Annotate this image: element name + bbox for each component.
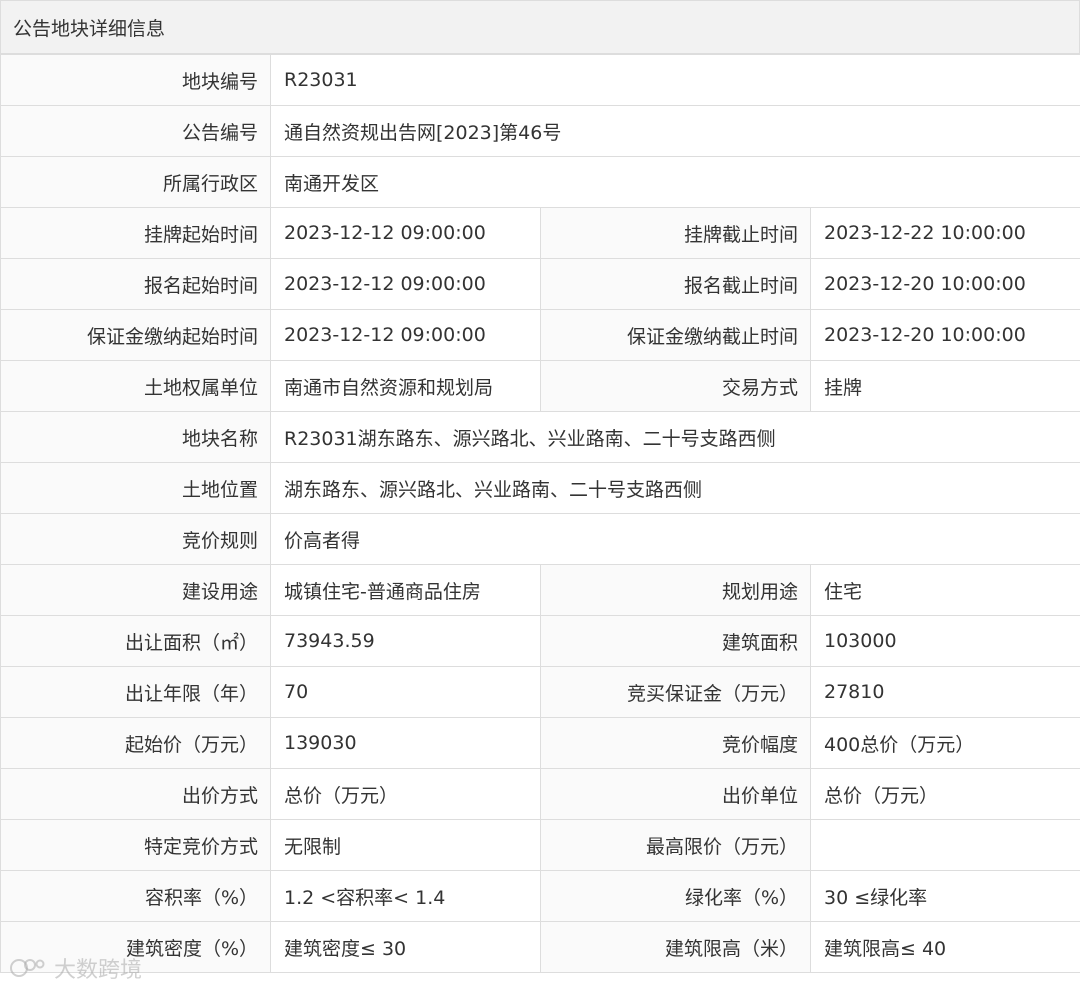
field-value: 南通开发区 (270, 156, 1080, 208)
table-row: 报名起始时间 2023-12-12 09:00:00 报名截止时间 2023-12-2… (0, 258, 1080, 310)
field-label: 报名起始时间 (0, 258, 271, 310)
field-label: 公告编号 (0, 105, 271, 157)
field-label: 竞价规则 (0, 513, 271, 565)
table-row: 出让面积（㎡） 73943.59 建筑面积 103000 (0, 615, 1080, 667)
field-label: 出让年限（年） (0, 666, 271, 718)
table-row: 出让年限（年） 70 竞买保证金（万元） 27810 (0, 666, 1080, 718)
table-row: 土地位置 湖东路东、源兴路北、兴业路南、二十号支路西侧 (0, 462, 1080, 514)
table-row: 竞价规则 价高者得 (0, 513, 1080, 565)
field-value: 139030 (270, 717, 541, 769)
table-row: 特定竞价方式 无限制 最高限价（万元） (0, 819, 1080, 871)
field-label: 交易方式 (540, 360, 811, 412)
field-value: 2023-12-22 10:00:00 (810, 207, 1080, 259)
field-label: 竞买保证金（万元） (540, 666, 811, 718)
field-label: 建筑限高（米） (540, 921, 811, 973)
table-row: 公告编号 通自然资规出告网[2023]第46号 (0, 105, 1080, 157)
field-label: 规划用途 (540, 564, 811, 616)
field-value: 2023-12-20 10:00:00 (810, 258, 1080, 310)
land-detail-rows: 地块编号 R23031 公告编号 通自然资规出告网[2023]第46号 所属行政区 南通开… (0, 54, 1080, 973)
field-value: 70 (270, 666, 541, 718)
field-label: 报名截止时间 (540, 258, 811, 310)
table-row: 所属行政区 南通开发区 (0, 156, 1080, 208)
field-label: 地块名称 (0, 411, 271, 463)
field-label: 出让面积（㎡） (0, 615, 271, 667)
field-value: R23031 (270, 54, 1080, 106)
field-label: 土地位置 (0, 462, 271, 514)
field-label: 建设用途 (0, 564, 271, 616)
field-label: 保证金缴纳截止时间 (540, 309, 811, 361)
field-value: 湖东路东、源兴路北、兴业路南、二十号支路西侧 (270, 462, 1080, 514)
field-label: 起始价（万元） (0, 717, 271, 769)
field-value: 总价（万元） (810, 768, 1080, 820)
field-label: 出价方式 (0, 768, 271, 820)
field-value: 1.2 <容积率< 1.4 (270, 870, 541, 922)
field-label: 地块编号 (0, 54, 271, 106)
field-value: 南通市自然资源和规划局 (270, 360, 541, 412)
field-label: 出价单位 (540, 768, 811, 820)
table-row: 起始价（万元） 139030 竞价幅度 400总价（万元） (0, 717, 1080, 769)
table-row: 土地权属单位 南通市自然资源和规划局 交易方式 挂牌 (0, 360, 1080, 412)
field-value: 103000 (810, 615, 1080, 667)
land-detail-panel: 公告地块详细信息 地块编号 R23031 公告编号 通自然资规出告网[2023]第46… (0, 0, 1080, 990)
field-label: 所属行政区 (0, 156, 271, 208)
field-value (810, 819, 1080, 871)
field-label: 竞价幅度 (540, 717, 811, 769)
field-label: 最高限价（万元） (540, 819, 811, 871)
panel-title: 公告地块详细信息 (0, 0, 1080, 54)
field-value: 建筑密度≤ 30 (270, 921, 541, 973)
field-value: 通自然资规出告网[2023]第46号 (270, 105, 1080, 157)
field-value: R23031湖东路东、源兴路北、兴业路南、二十号支路西侧 (270, 411, 1080, 463)
table-row: 保证金缴纳起始时间 2023-12-12 09:00:00 保证金缴纳截止时间 202… (0, 309, 1080, 361)
field-value: 2023-12-12 09:00:00 (270, 207, 541, 259)
table-row: 容积率（%） 1.2 <容积率< 1.4 绿化率（%） 30 ≤绿化率 (0, 870, 1080, 922)
field-label: 挂牌截止时间 (540, 207, 811, 259)
field-value: 2023-12-20 10:00:00 (810, 309, 1080, 361)
table-row: 地块编号 R23031 (0, 54, 1080, 106)
field-value: 住宅 (810, 564, 1080, 616)
field-label: 建筑面积 (540, 615, 811, 667)
field-label: 保证金缴纳起始时间 (0, 309, 271, 361)
table-row: 建设用途 城镇住宅-普通商品住房 规划用途 住宅 (0, 564, 1080, 616)
field-value: 建筑限高≤ 40 (810, 921, 1080, 973)
field-value: 2023-12-12 09:00:00 (270, 258, 541, 310)
field-label: 挂牌起始时间 (0, 207, 271, 259)
field-value: 挂牌 (810, 360, 1080, 412)
field-value: 73943.59 (270, 615, 541, 667)
field-value: 30 ≤绿化率 (810, 870, 1080, 922)
field-label: 容积率（%） (0, 870, 271, 922)
table-row: 挂牌起始时间 2023-12-12 09:00:00 挂牌截止时间 2023-12-2… (0, 207, 1080, 259)
table-row: 地块名称 R23031湖东路东、源兴路北、兴业路南、二十号支路西侧 (0, 411, 1080, 463)
land-detail-table: 地块编号 R23031 公告编号 通自然资规出告网[2023]第46号 所属行政区 南通开… (0, 54, 1080, 973)
field-label: 绿化率（%） (540, 870, 811, 922)
field-value: 城镇住宅-普通商品住房 (270, 564, 541, 616)
field-value: 价高者得 (270, 513, 1080, 565)
field-value: 总价（万元） (270, 768, 541, 820)
field-label: 建筑密度（%） (0, 921, 271, 973)
table-row: 建筑密度（%） 建筑密度≤ 30 建筑限高（米） 建筑限高≤ 40 (0, 921, 1080, 973)
field-value: 2023-12-12 09:00:00 (270, 309, 541, 361)
field-label: 土地权属单位 (0, 360, 271, 412)
field-label: 特定竞价方式 (0, 819, 271, 871)
table-row: 出价方式 总价（万元） 出价单位 总价（万元） (0, 768, 1080, 820)
field-value: 27810 (810, 666, 1080, 718)
field-value: 400总价（万元） (810, 717, 1080, 769)
field-value: 无限制 (270, 819, 541, 871)
